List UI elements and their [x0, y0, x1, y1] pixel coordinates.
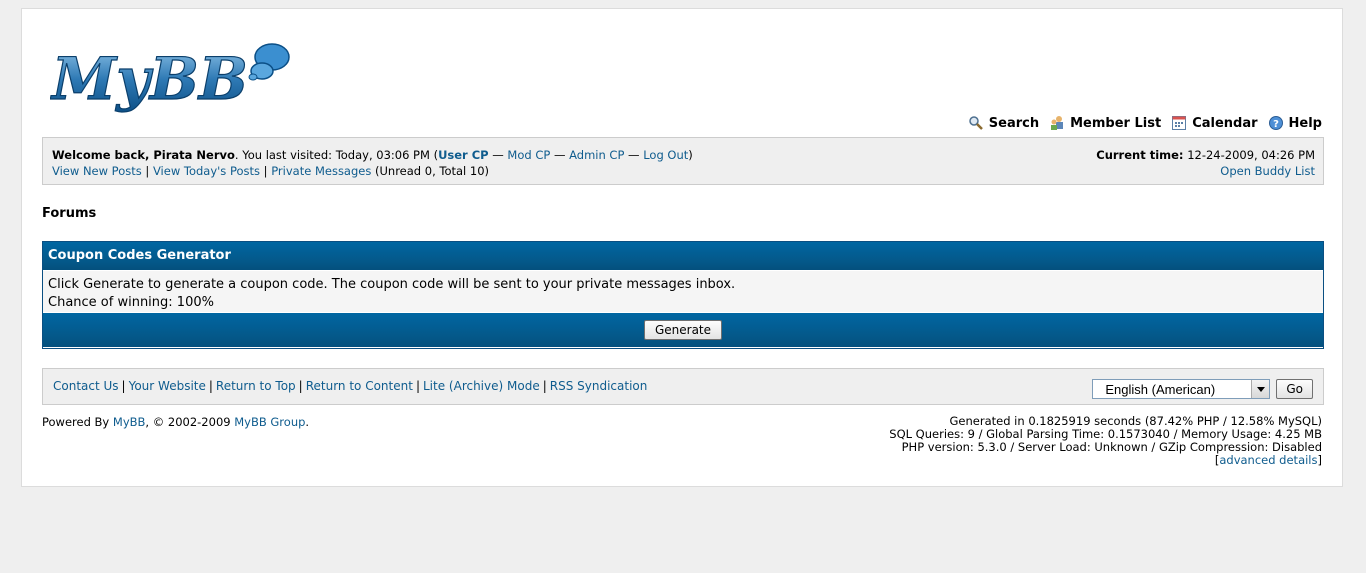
close-paren: ) [688, 148, 693, 162]
coupon-instructions: Click Generate to generate a coupon code… [48, 277, 736, 292]
mybb-logo[interactable]: MyBB [49, 37, 300, 115]
admin-cp-link[interactable]: Admin CP [569, 148, 624, 162]
return-to-top-link[interactable]: Return to Top [216, 379, 296, 393]
language-value: English (American) [1105, 381, 1216, 397]
log-out-link[interactable]: Log Out [643, 148, 688, 162]
return-to-content-link[interactable]: Return to Content [306, 379, 413, 393]
svg-text:?: ? [1273, 119, 1279, 130]
coupon-generator-table: Coupon Codes Generator Click Generate to… [42, 241, 1324, 349]
your-website-link[interactable]: Your Website [129, 379, 206, 393]
pm-counts: (Unread 0, Total 10) [375, 164, 490, 178]
svg-text:MyBB: MyBB [50, 45, 248, 113]
page-container: MyBB Search Member List Calendar ? Help … [21, 8, 1343, 487]
separator: | [208, 379, 213, 393]
welcome-panel: Welcome back, Pirata Nervo. You last vis… [42, 137, 1324, 185]
language-select[interactable]: English (American) [1092, 379, 1271, 399]
separator: | [542, 379, 547, 393]
debug-info: Generated in 0.1825919 seconds (87.42% P… [889, 414, 1322, 467]
current-time-value: 12-24-2009, 04:26 PM [1187, 148, 1315, 162]
dash: — [550, 148, 570, 162]
menu-member-list[interactable]: Member List [1049, 115, 1161, 131]
last-visited-text: . You last visited: Today, 03:06 PM ( [234, 148, 439, 162]
go-button[interactable]: Go [1276, 379, 1313, 399]
chevron-down-icon[interactable] [1251, 380, 1270, 398]
mod-cp-link[interactable]: Mod CP [507, 148, 550, 162]
coupon-header: Coupon Codes Generator [43, 242, 1323, 271]
powered-by: Powered By MyBB, © 2002-2009 MyBB Group. [42, 415, 310, 429]
mybb-group-link[interactable]: MyBB Group [234, 415, 305, 429]
welcome-text: Welcome back, Pirata Nervo [52, 148, 235, 162]
separator: | [298, 379, 303, 393]
language-selector: English (American) Go [1092, 379, 1313, 399]
separator: | [263, 164, 268, 178]
menu-help[interactable]: ? Help [1268, 115, 1322, 131]
coupon-footer: Generate [43, 313, 1323, 347]
mybb-logo-image: MyBB [49, 43, 290, 114]
welcome-block: Welcome back, Pirata Nervo. You last vis… [52, 147, 693, 179]
user-cp-link[interactable]: User CP [438, 148, 489, 162]
dash: — [624, 148, 644, 162]
breadcrumb[interactable]: Forums [42, 206, 96, 221]
menu-search[interactable]: Search [968, 115, 1039, 131]
contact-us-link[interactable]: Contact Us [53, 379, 119, 393]
help-icon: ? [1268, 116, 1283, 130]
mybb-link[interactable]: MyBB [113, 415, 146, 429]
top-menu: Search Member List Calendar ? Help [968, 115, 1322, 131]
time-block: Current time: 12-24-2009, 04:26 PM Open … [1096, 147, 1315, 179]
dash: — [488, 148, 508, 162]
lite-archive-mode-link[interactable]: Lite (Archive) Mode [423, 379, 540, 393]
footer-bar: Contact Us | Your Website | Return to Top | Re… [42, 368, 1324, 405]
generate-button[interactable]: Generate [643, 320, 723, 340]
footer-links: Contact Us | Your Website | Return to Top | Re… [53, 379, 647, 393]
view-todays-posts-link[interactable]: View Today's Posts [153, 164, 260, 178]
menu-calendar[interactable]: Calendar [1171, 115, 1258, 131]
coupon-description: Click Generate to generate a coupon code… [43, 271, 1323, 313]
speech-bubble-icon [248, 43, 290, 81]
separator: | [121, 379, 126, 393]
member-list-icon [1051, 116, 1064, 130]
view-new-posts-link[interactable]: View New Posts [52, 164, 142, 178]
private-messages-link[interactable]: Private Messages [271, 164, 371, 178]
calendar-icon [1172, 116, 1187, 130]
separator: | [415, 379, 420, 393]
search-icon [969, 116, 983, 130]
open-buddy-list-link[interactable]: Open Buddy List [1220, 164, 1315, 178]
advanced-details-link[interactable]: advanced details [1219, 453, 1317, 467]
current-time-label: Current time: [1096, 148, 1184, 162]
separator: | [145, 164, 150, 178]
rss-syndication-link[interactable]: RSS Syndication [550, 379, 648, 393]
coupon-chance: Chance of winning: 100% [48, 295, 214, 310]
